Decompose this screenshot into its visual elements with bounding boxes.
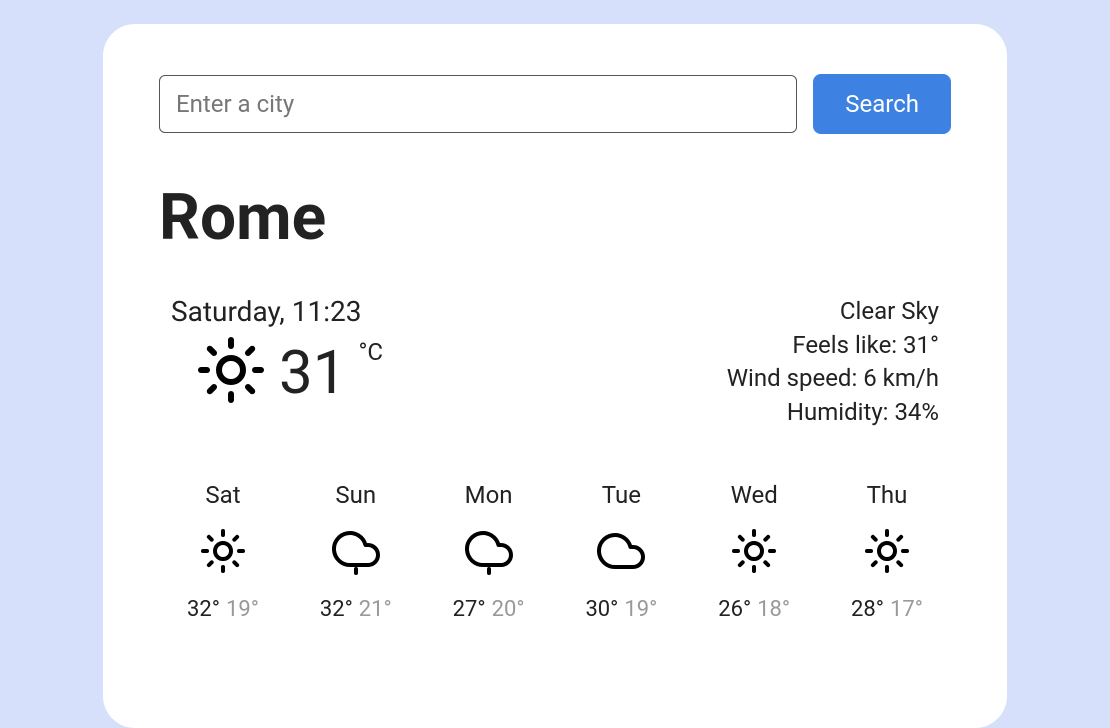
forecast-item: Thu 28°17° [827,481,947,622]
forecast-low: 18° [757,597,790,622]
forecast-day-label: Wed [731,481,778,509]
forecast-high: 28° [851,597,884,622]
forecast-high: 26° [718,597,751,622]
city-title: Rome [159,180,951,255]
forecast-temps: 27°20° [453,597,525,622]
search-row: Search [159,74,951,134]
temperature-row: 31 °C [195,334,383,410]
current-left: Saturday, 11:23 31 °C [171,295,383,410]
sun-icon [199,527,247,579]
forecast-item: Wed 26°18° [694,481,814,622]
forecast-item: Mon 27°20° [429,481,549,622]
forecast-temps: 26°18° [718,597,790,622]
forecast-low: 20° [492,597,525,622]
forecast-high: 32° [187,597,220,622]
forecast-low: 19° [226,597,259,622]
forecast-item: Sun 32°21° [296,481,416,622]
forecast-low: 17° [890,597,923,622]
rain-icon [332,527,380,579]
condition-text: Clear Sky [727,295,939,329]
forecast-temps: 30°19° [585,597,657,622]
feels-like-text: Feels like: 31° [727,329,939,363]
sun-icon [863,527,911,579]
forecast-day-label: Sat [205,481,240,509]
current-temperature: 31 [279,337,346,408]
current-date-time: Saturday, 11:23 [171,295,383,328]
city-search-input[interactable] [159,75,797,133]
sun-icon [195,334,267,410]
forecast-low: 21° [359,597,392,622]
rain-icon [465,527,513,579]
current-conditions: Saturday, 11:23 31 °C Clear Sky Feels li… [159,295,951,429]
forecast-temps: 28°17° [851,597,923,622]
forecast-day-label: Sun [335,481,376,509]
forecast-high: 27° [453,597,486,622]
forecast-item: Sat 32°19° [163,481,283,622]
forecast-item: Tue 30°19° [561,481,681,622]
forecast-temps: 32°19° [187,597,259,622]
forecast-day-label: Thu [867,481,908,509]
forecast-day-label: Mon [465,481,513,509]
forecast-high: 30° [585,597,618,622]
forecast-temps: 32°21° [320,597,392,622]
search-button[interactable]: Search [813,74,951,134]
humidity-text: Humidity: 34% [727,396,939,430]
forecast-high: 32° [320,597,353,622]
temperature-unit: °C [358,338,383,366]
cloud-icon [597,527,645,579]
forecast-day-label: Tue [602,481,641,509]
weather-card: Search Rome Saturday, 11:23 31 °C Clear … [103,24,1007,728]
sun-icon [730,527,778,579]
current-details: Clear Sky Feels like: 31° Wind speed: 6 … [727,295,939,429]
wind-speed-text: Wind speed: 6 km/h [727,362,939,396]
forecast-low: 19° [624,597,657,622]
forecast-row: Sat32°19°Sun32°21°Mon27°20°Tue30°19°Wed2… [159,481,951,622]
